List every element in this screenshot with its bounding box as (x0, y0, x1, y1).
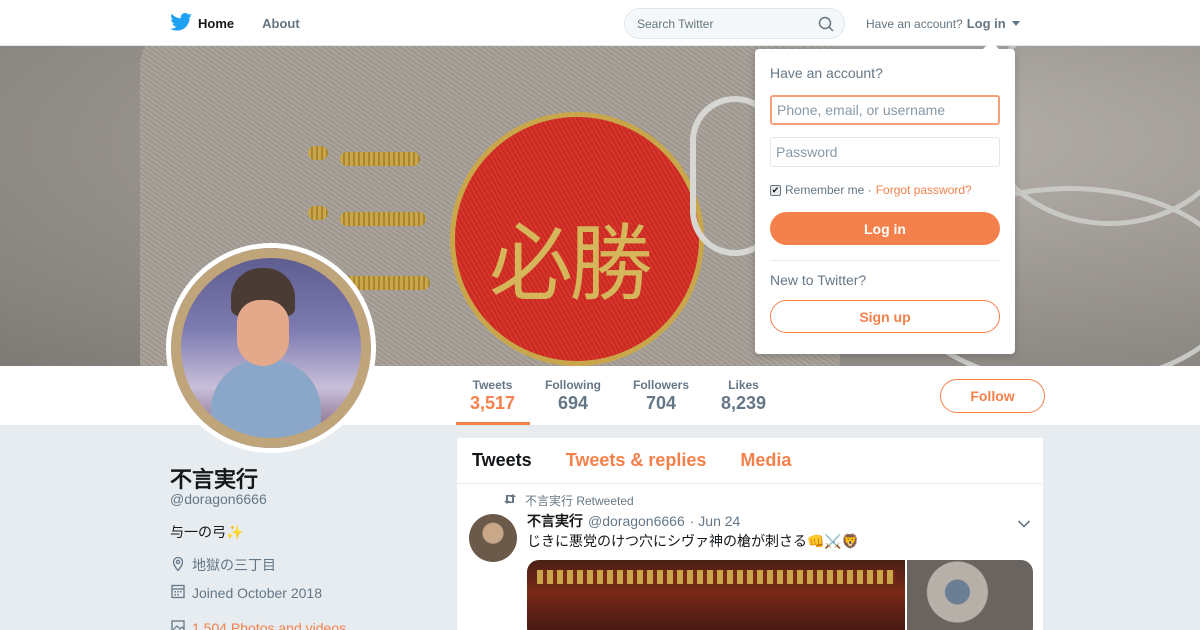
retweet-text[interactable]: 不言実行 Retweeted (525, 492, 634, 509)
avatar-image (171, 248, 371, 448)
caret-down-icon (1011, 21, 1020, 26)
stat-tweets[interactable]: Tweets 3,517 (470, 378, 515, 414)
stat-value: 3,517 (470, 393, 516, 413)
gold-stripe (308, 206, 328, 220)
nav-home[interactable]: Home (170, 12, 235, 34)
tweet-author-avatar[interactable] (469, 514, 517, 562)
tab-tweets-replies[interactable]: Tweets & replies (566, 450, 707, 471)
tab-tweets[interactable]: Tweets (472, 450, 532, 471)
active-stat-underline (456, 422, 530, 425)
username-field[interactable] (770, 95, 1000, 125)
stat-label: Followers (633, 378, 690, 392)
emblem-text: 必勝 (489, 215, 653, 313)
top-navigation-bar: Home About Have an account? Log in (0, 0, 1200, 46)
tweet-date[interactable]: · Jun 24 (690, 513, 741, 529)
search-input[interactable] (625, 9, 805, 39)
new-to-twitter-text: New to Twitter? (770, 272, 867, 288)
retweet-context: 不言実行 Retweeted (503, 492, 634, 509)
dropdown-divider (770, 260, 1000, 261)
signup-button[interactable]: Sign up (770, 300, 1000, 333)
joined-text: Joined October 2018 (192, 584, 322, 601)
avatar-frame (171, 248, 371, 448)
banner-emblem: 必勝 (450, 112, 704, 366)
remember-me-checkbox[interactable]: ✔ (770, 184, 781, 196)
photos-videos-link[interactable]: 1,504 Photos and videos (192, 620, 346, 630)
dropdown-title: Have an account? (770, 65, 883, 81)
nav-about[interactable]: About (262, 16, 300, 31)
account-menu[interactable]: Have an account? Log in (866, 16, 1020, 31)
nav-about-label: About (262, 15, 300, 31)
tweet-photo[interactable] (527, 560, 905, 630)
twitter-bird-icon (170, 12, 192, 34)
timeline-tabs: Tweets Tweets & replies Media (457, 438, 1043, 484)
gold-stripe (340, 212, 426, 226)
remember-me-label[interactable]: Remember me · (785, 183, 872, 197)
tweet-photo[interactable] (907, 560, 1033, 630)
tweet-header: 不言実行 @doragon6666 · Jun 24 (527, 511, 740, 531)
timeline: Tweets Tweets & replies Media 不言実行 Retwe… (456, 437, 1044, 630)
profile-location: 地獄の三丁目 (170, 555, 276, 575)
profile-bio: 与一の弓✨ (170, 524, 244, 540)
chevron-down-icon[interactable] (1017, 516, 1031, 534)
profile-photos: 1,504 Photos and videos (170, 618, 346, 630)
retweet-icon (503, 493, 517, 508)
gold-stripe (308, 146, 328, 160)
tweet-media[interactable] (527, 560, 1033, 630)
profile-avatar[interactable] (166, 243, 376, 453)
stat-value: 704 (645, 393, 677, 413)
nav-left: Home About (170, 0, 300, 46)
stat-value: 694 (557, 393, 589, 413)
profile-name[interactable]: 不言実行 (170, 462, 258, 494)
nav-home-label: Home (198, 15, 235, 31)
login-dropdown: Have an account? ✔ Remember me · Forgot … (755, 41, 1015, 354)
login-button[interactable]: Log in (770, 212, 1000, 245)
follow-button[interactable]: Follow (940, 379, 1045, 413)
login-dropdown-toggle[interactable]: Log in (967, 16, 1006, 31)
profile-joined: Joined October 2018 (170, 583, 322, 602)
tweet-text: じきに悪党のけつ穴にシヴァ神の槍が刺さる👊⚔️🦁 (527, 533, 860, 549)
tweet-author-handle[interactable]: @doragon6666 (588, 513, 685, 529)
search-icon[interactable] (818, 16, 834, 37)
stat-value: 8,239 (721, 393, 767, 413)
profile-handle[interactable]: @doragon6666 (170, 491, 267, 507)
stat-label: Tweets (472, 378, 513, 392)
location-text: 地獄の三丁目 (192, 557, 276, 573)
location-pin-icon (170, 556, 186, 575)
stat-following[interactable]: Following 694 (545, 378, 601, 414)
stat-followers[interactable]: Followers 704 (633, 378, 689, 414)
remember-row: ✔ Remember me · Forgot password? (770, 183, 972, 197)
tab-media[interactable]: Media (740, 450, 791, 471)
image-icon (170, 618, 186, 630)
tweet-author-name[interactable]: 不言実行 (527, 511, 583, 531)
search-box (624, 8, 845, 39)
stat-label: Following (545, 378, 601, 392)
forgot-password-link[interactable]: Forgot password? (876, 183, 972, 197)
stat-label: Likes (728, 378, 759, 392)
stat-likes[interactable]: Likes 8,239 (721, 378, 766, 414)
password-field[interactable] (770, 137, 1000, 167)
calendar-icon (170, 583, 186, 602)
have-account-text: Have an account? (866, 16, 963, 31)
gold-stripe (340, 152, 420, 166)
